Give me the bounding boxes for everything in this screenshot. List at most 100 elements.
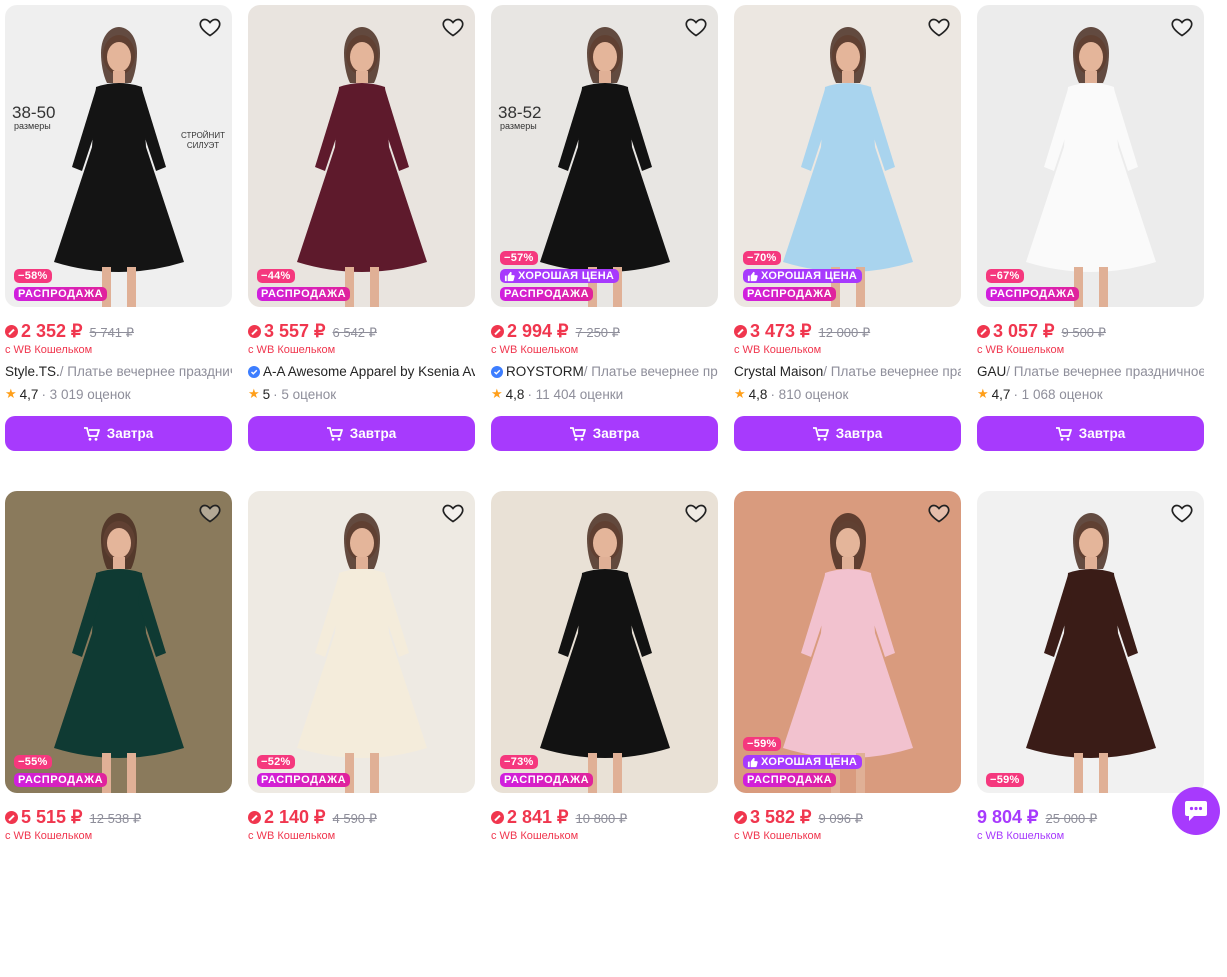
- wallet-discount-icon: [491, 325, 504, 338]
- price: 5 515 ₽: [5, 807, 83, 828]
- dress-figure: [296, 27, 427, 307]
- product-row: −55% РАСПРОДАЖА 5 515 ₽ 12 538 ₽ с WB Ко…: [5, 491, 1205, 977]
- old-price: 4 590 ₽: [332, 811, 377, 826]
- wallet-note: с WB Кошельком: [734, 830, 822, 842]
- old-price: 7 250 ₽: [575, 325, 620, 340]
- star-icon: ★: [5, 386, 17, 401]
- product-image[interactable]: −44% РАСПРОДАЖА: [248, 5, 475, 307]
- price-value: 5 515 ₽: [21, 807, 83, 827]
- add-to-cart-button[interactable]: Завтра: [977, 416, 1204, 451]
- product-card[interactable]: −67% РАСПРОДАЖА 3 057 ₽ 9 500 ₽ с WB Кош…: [977, 5, 1204, 491]
- favorite-button[interactable]: [683, 500, 709, 526]
- wallet-discount-icon: [248, 811, 261, 824]
- product-title[interactable]: A-A Awesome Apparel by Ksenia Avakyan: [248, 364, 475, 379]
- sale-badge: РАСПРОДАЖА: [500, 287, 594, 301]
- product-card[interactable]: −59% ХОРОШАЯ ЦЕНА РАСПРОДАЖА 3 582 ₽ 9 0…: [734, 491, 961, 977]
- product-image[interactable]: −59% ХОРОШАЯ ЦЕНА РАСПРОДАЖА: [734, 491, 961, 793]
- price-row: 3 473 ₽ 12 000 ₽: [734, 321, 961, 343]
- favorite-button[interactable]: [926, 500, 952, 526]
- rating: ★ 4,7 · 3 019 оценок: [5, 386, 232, 402]
- favorite-button[interactable]: [683, 14, 709, 40]
- chat-icon: [1185, 801, 1207, 821]
- add-to-cart-button[interactable]: Завтра: [248, 416, 475, 451]
- brand: A-A Awesome Apparel by Ksenia Avakyan: [263, 364, 475, 379]
- review-count: · 810 оценок: [770, 386, 849, 402]
- rating-value: 4,8: [505, 386, 525, 402]
- product-title[interactable]: Style.TS. / Платье вечернее праздничное: [5, 364, 232, 379]
- favorite-button[interactable]: [440, 14, 466, 40]
- product-image[interactable]: −55% РАСПРОДАЖА: [5, 491, 232, 793]
- badges: −44% РАСПРОДАЖА: [257, 269, 351, 301]
- favorite-button[interactable]: [440, 500, 466, 526]
- good-price-badge: ХОРОШАЯ ЦЕНА: [500, 269, 620, 283]
- price: 3 057 ₽: [977, 321, 1055, 342]
- favorite-button[interactable]: [197, 14, 223, 40]
- sale-badge: РАСПРОДАЖА: [257, 773, 351, 787]
- favorite-button[interactable]: [197, 500, 223, 526]
- price-value: 2 994 ₽: [507, 321, 569, 341]
- badges: −52% РАСПРОДАЖА: [257, 755, 351, 787]
- heart-outline-icon: [685, 18, 707, 37]
- product-image[interactable]: 38-52 размеры −57% ХОРОШАЯ ЦЕНА РАСПРОДА…: [491, 5, 718, 307]
- heart-outline-icon: [1171, 504, 1193, 523]
- heart-outline-icon: [1171, 18, 1193, 37]
- product-image[interactable]: 38-50 размеры СТРОЙНИТ СИЛУЭТ −58% РАСПР…: [5, 5, 232, 307]
- favorite-button[interactable]: [1169, 500, 1195, 526]
- old-price: 9 096 ₽: [818, 811, 863, 826]
- discount-badge: −57%: [500, 251, 538, 265]
- price-value: 9 804 ₽: [977, 807, 1039, 827]
- price-row: 9 804 ₽ 25 000 ₽: [977, 807, 1204, 829]
- product-card[interactable]: −44% РАСПРОДАЖА 3 557 ₽ 6 542 ₽ с WB Кош…: [248, 5, 475, 491]
- discount-badge: −59%: [986, 773, 1024, 787]
- price: 2 140 ₽: [248, 807, 326, 828]
- product-card[interactable]: −55% РАСПРОДАЖА 5 515 ₽ 12 538 ₽ с WB Ко…: [5, 491, 232, 977]
- price-value: 3 582 ₽: [750, 807, 812, 827]
- heart-outline-icon: [199, 504, 221, 523]
- delivery-label: Завтра: [349, 426, 397, 441]
- add-to-cart-button[interactable]: Завтра: [491, 416, 718, 451]
- cart-icon: [326, 426, 343, 441]
- product-card[interactable]: 38-50 размеры СТРОЙНИТ СИЛУЭТ −58% РАСПР…: [5, 5, 232, 491]
- product-row: 38-50 размеры СТРОЙНИТ СИЛУЭТ −58% РАСПР…: [5, 5, 1205, 491]
- product-name: / Платье вечернее праздничное: [59, 364, 232, 379]
- product-title[interactable]: ROYSTORM / Платье вечернее праздничное: [491, 364, 718, 379]
- product-image[interactable]: −52% РАСПРОДАЖА: [248, 491, 475, 793]
- good-price-label: ХОРОШАЯ ЦЕНА: [761, 270, 858, 282]
- product-image[interactable]: −59%: [977, 491, 1204, 793]
- cart-icon: [83, 426, 100, 441]
- product-title[interactable]: GAU / Платье вечернее праздничное: [977, 364, 1204, 379]
- image-caption: СТРОЙНИТ СИЛУЭТ: [181, 131, 225, 150]
- chat-button[interactable]: [1172, 787, 1220, 835]
- add-to-cart-button[interactable]: Завтра: [734, 416, 961, 451]
- star-icon: ★: [248, 386, 260, 401]
- good-price-label: ХОРОШАЯ ЦЕНА: [518, 270, 615, 282]
- product-card[interactable]: 38-52 размеры −57% ХОРОШАЯ ЦЕНА РАСПРОДА…: [491, 5, 718, 491]
- price: 3 557 ₽: [248, 321, 326, 342]
- product-card[interactable]: −52% РАСПРОДАЖА 2 140 ₽ 4 590 ₽ с WB Кош…: [248, 491, 475, 977]
- badges: −59% ХОРОШАЯ ЦЕНА РАСПРОДАЖА: [743, 737, 863, 787]
- add-to-cart-button[interactable]: Завтра: [5, 416, 232, 451]
- discount-badge: −52%: [257, 755, 295, 769]
- wallet-note: с WB Кошельком: [491, 344, 579, 356]
- wallet-discount-icon: [5, 811, 18, 824]
- product-name: / Платье вечернее праздничное: [583, 364, 718, 379]
- discount-badge: −58%: [14, 269, 52, 283]
- product-image[interactable]: −67% РАСПРОДАЖА: [977, 5, 1204, 307]
- product-image[interactable]: −73% РАСПРОДАЖА: [491, 491, 718, 793]
- heart-outline-icon: [442, 18, 464, 37]
- product-image[interactable]: −70% ХОРОШАЯ ЦЕНА РАСПРОДАЖА: [734, 5, 961, 307]
- favorite-button[interactable]: [1169, 14, 1195, 40]
- star-icon: ★: [734, 386, 746, 401]
- product-title[interactable]: Crystal Maison / Платье вечернее праздни…: [734, 364, 961, 379]
- good-price-label: ХОРОШАЯ ЦЕНА: [761, 756, 858, 768]
- favorite-button[interactable]: [926, 14, 952, 40]
- dress-figure: [1025, 513, 1156, 793]
- badges: −57% ХОРОШАЯ ЦЕНА РАСПРОДАЖА: [500, 251, 620, 301]
- wallet-discount-icon: [734, 325, 747, 338]
- product-card[interactable]: −73% РАСПРОДАЖА 2 841 ₽ 10 800 ₽ с WB Ко…: [491, 491, 718, 977]
- product-card[interactable]: −70% ХОРОШАЯ ЦЕНА РАСПРОДАЖА 3 473 ₽ 12 …: [734, 5, 961, 491]
- price-value: 3 557 ₽: [264, 321, 326, 341]
- product-card[interactable]: −59% 9 804 ₽ 25 000 ₽ с WB Кошельком ★: [977, 491, 1204, 977]
- brand: Style.TS.: [5, 364, 60, 379]
- sale-badge: РАСПРОДАЖА: [743, 287, 837, 301]
